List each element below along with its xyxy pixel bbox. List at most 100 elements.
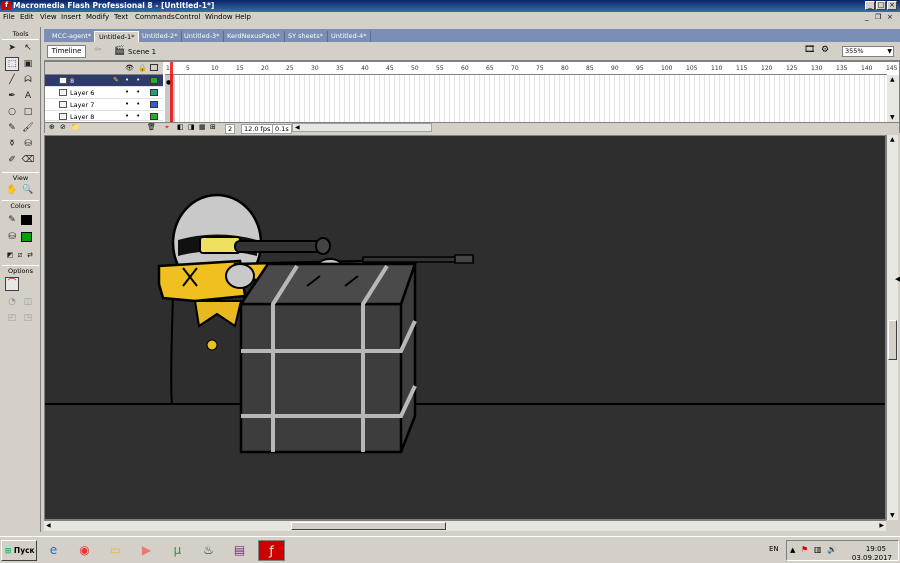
eraser-tool-icon[interactable]: ⌫ [21, 153, 35, 167]
straighten-icon[interactable]: ◫ [21, 295, 35, 309]
paint-bucket-tool-icon[interactable]: ⛁ [21, 137, 35, 151]
tab-sy-sheets[interactable]: SY sheets* [284, 31, 328, 42]
layer-outline-swatch[interactable] [150, 77, 158, 84]
ink-bottle-tool-icon[interactable]: ⚱ [5, 137, 19, 151]
clock-date[interactable]: 03.09.2017 [852, 554, 892, 562]
free-transform-tool-icon[interactable]: ⬚ [5, 57, 19, 71]
start-button[interactable]: ⊞ Пуск [1, 540, 37, 561]
menu-window[interactable]: Window [205, 13, 233, 21]
volume-icon[interactable]: 🔊 [827, 545, 837, 554]
scroll-up-icon[interactable]: ▲ [890, 136, 895, 143]
language-indicator[interactable]: EN [769, 545, 779, 553]
ie-icon[interactable]: e [40, 540, 67, 561]
menu-edit[interactable]: Edit [20, 13, 34, 21]
frame-grid[interactable]: ● [165, 75, 887, 123]
lasso-tool-icon[interactable]: ᗣ [21, 73, 35, 87]
text-tool-icon[interactable]: A [21, 89, 35, 103]
clock-time[interactable]: 19:05 [866, 545, 886, 553]
hand-tool-icon[interactable]: ✋ [5, 183, 19, 197]
edit-symbols-icon[interactable]: ⚙ [821, 45, 829, 55]
stage[interactable] [44, 135, 886, 520]
flash-taskbar-icon[interactable]: ƒ [258, 540, 285, 561]
fill-transform-tool-icon[interactable]: ▣ [21, 57, 35, 71]
panel-collapse-arrow-icon[interactable]: ◀ [895, 275, 900, 283]
action-center-icon[interactable]: ⚑ [801, 545, 808, 554]
timeline-horizontal-scrollbar[interactable]: ◀ [292, 123, 432, 132]
layer-outline-swatch[interactable] [150, 89, 158, 96]
menu-file[interactable]: File [3, 13, 15, 21]
scroll-up-icon[interactable]: ▲ [890, 76, 895, 83]
lock-icon[interactable]: 🔒 [138, 64, 147, 72]
stage-vertical-scrollbar[interactable]: ▲ ▼ [886, 135, 898, 520]
media-player-icon[interactable]: ▶ [133, 540, 160, 561]
doc-minimize-icon[interactable]: _ [865, 13, 869, 21]
scroll-down-icon[interactable]: ▼ [890, 512, 895, 519]
frame-ruler[interactable]: 1 5 10 15 20 25 30 35 40 45 50 55 60 65 70 75 80 85 90 95 10… [165, 62, 897, 75]
menu-commands[interactable]: Commands [135, 13, 175, 21]
menu-view[interactable]: View [40, 13, 57, 21]
menu-insert[interactable]: Insert [61, 13, 81, 21]
explorer-folder-icon[interactable]: ▭ [102, 540, 129, 561]
pen-tool-icon[interactable]: ✒ [5, 89, 19, 103]
rectangle-tool-icon[interactable]: □ [21, 105, 35, 119]
snap-magnet-icon[interactable]: ⌒ [5, 277, 19, 291]
network-icon[interactable]: ▥ [814, 545, 822, 554]
close-button[interactable]: × [887, 1, 897, 10]
tab-untitled-2[interactable]: Untitled-2* [138, 31, 183, 42]
rotate-icon[interactable]: ◰ [5, 311, 19, 325]
layer-row[interactable]: Layer 8 •• [45, 111, 163, 121]
back-arrow-icon[interactable]: ⇦ [94, 45, 102, 55]
edit-scene-icon[interactable]: 🎞 [804, 45, 815, 55]
winrar-icon[interactable]: ▤ [226, 540, 253, 561]
timeline-vertical-scrollbar[interactable]: ▲ ▼ [887, 75, 899, 122]
tab-untitled-1[interactable]: Untitled-1* [94, 31, 140, 42]
edit-multiple-icon[interactable]: ▦ [199, 123, 206, 131]
steam-icon[interactable]: ♨ [195, 540, 222, 561]
doc-close-icon[interactable]: × [887, 13, 893, 21]
vertical-scroll-thumb[interactable] [888, 320, 897, 360]
tab-kerdnexuspack[interactable]: KerdNexusPack* [223, 31, 285, 42]
center-frame-icon[interactable]: ⌖ [165, 123, 169, 132]
line-tool-icon[interactable]: ╱ [5, 73, 19, 87]
zoom-select[interactable]: 355% ▼ [842, 46, 894, 57]
fill-color-swatch[interactable] [21, 232, 32, 242]
smooth-icon[interactable]: ◔ [5, 295, 19, 309]
scroll-left-icon[interactable]: ◀ [46, 522, 51, 529]
add-guide-layer-icon[interactable]: ⊘ [60, 123, 66, 131]
brush-tool-icon[interactable]: 🖌 [21, 121, 35, 135]
playhead[interactable] [170, 62, 173, 123]
pencil-tool-icon[interactable]: ✎ [5, 121, 19, 135]
horizontal-scroll-thumb[interactable] [291, 522, 446, 530]
chrome-icon[interactable]: ◉ [71, 540, 98, 561]
layer-row[interactable]: Layer 6 •• [45, 87, 163, 99]
timeline-toggle-button[interactable]: Timeline [47, 45, 86, 58]
modify-markers-icon[interactable]: ⊞ [210, 123, 216, 131]
tab-mcc-agent[interactable]: MCC-agent* [48, 31, 97, 42]
subselection-tool-icon[interactable]: ↖ [21, 41, 35, 55]
stage-horizontal-scrollbar[interactable]: ◀ ▶ [44, 520, 886, 531]
menu-control[interactable]: Control [175, 13, 200, 21]
tab-untitled-4[interactable]: Untitled-4* [327, 31, 372, 42]
scroll-right-icon[interactable]: ▶ [879, 522, 884, 529]
eye-icon[interactable]: 👁 [125, 64, 134, 72]
layer-row[interactable]: Layer 7 •• [45, 99, 163, 111]
maximize-button[interactable]: □ [876, 1, 886, 10]
outline-icon[interactable] [150, 64, 158, 71]
scale-icon[interactable]: ◳ [21, 311, 35, 325]
stroke-color-swatch[interactable] [21, 215, 32, 225]
menu-modify[interactable]: Modify [86, 13, 109, 21]
utorrent-icon[interactable]: µ [164, 540, 191, 561]
add-layer-icon[interactable]: ⊕ [49, 123, 55, 131]
oval-tool-icon[interactable]: ○ [5, 105, 19, 119]
onion-skin-icon[interactable]: ◧ [177, 123, 184, 131]
scroll-down-icon[interactable]: ▼ [890, 114, 895, 121]
tray-expand-icon[interactable]: ▲ [790, 546, 795, 554]
trash-icon[interactable]: 🗑 [147, 123, 156, 131]
doc-restore-icon[interactable]: ❐ [875, 13, 881, 21]
eyedropper-tool-icon[interactable]: ✐ [5, 153, 19, 167]
add-folder-icon[interactable]: 📁 [71, 123, 80, 131]
menu-text[interactable]: Text [114, 13, 128, 21]
swap-colors-icon[interactable]: ⇄ [23, 248, 37, 262]
layer-outline-swatch[interactable] [150, 101, 158, 108]
tab-untitled-3[interactable]: Untitled-3* [180, 31, 225, 42]
